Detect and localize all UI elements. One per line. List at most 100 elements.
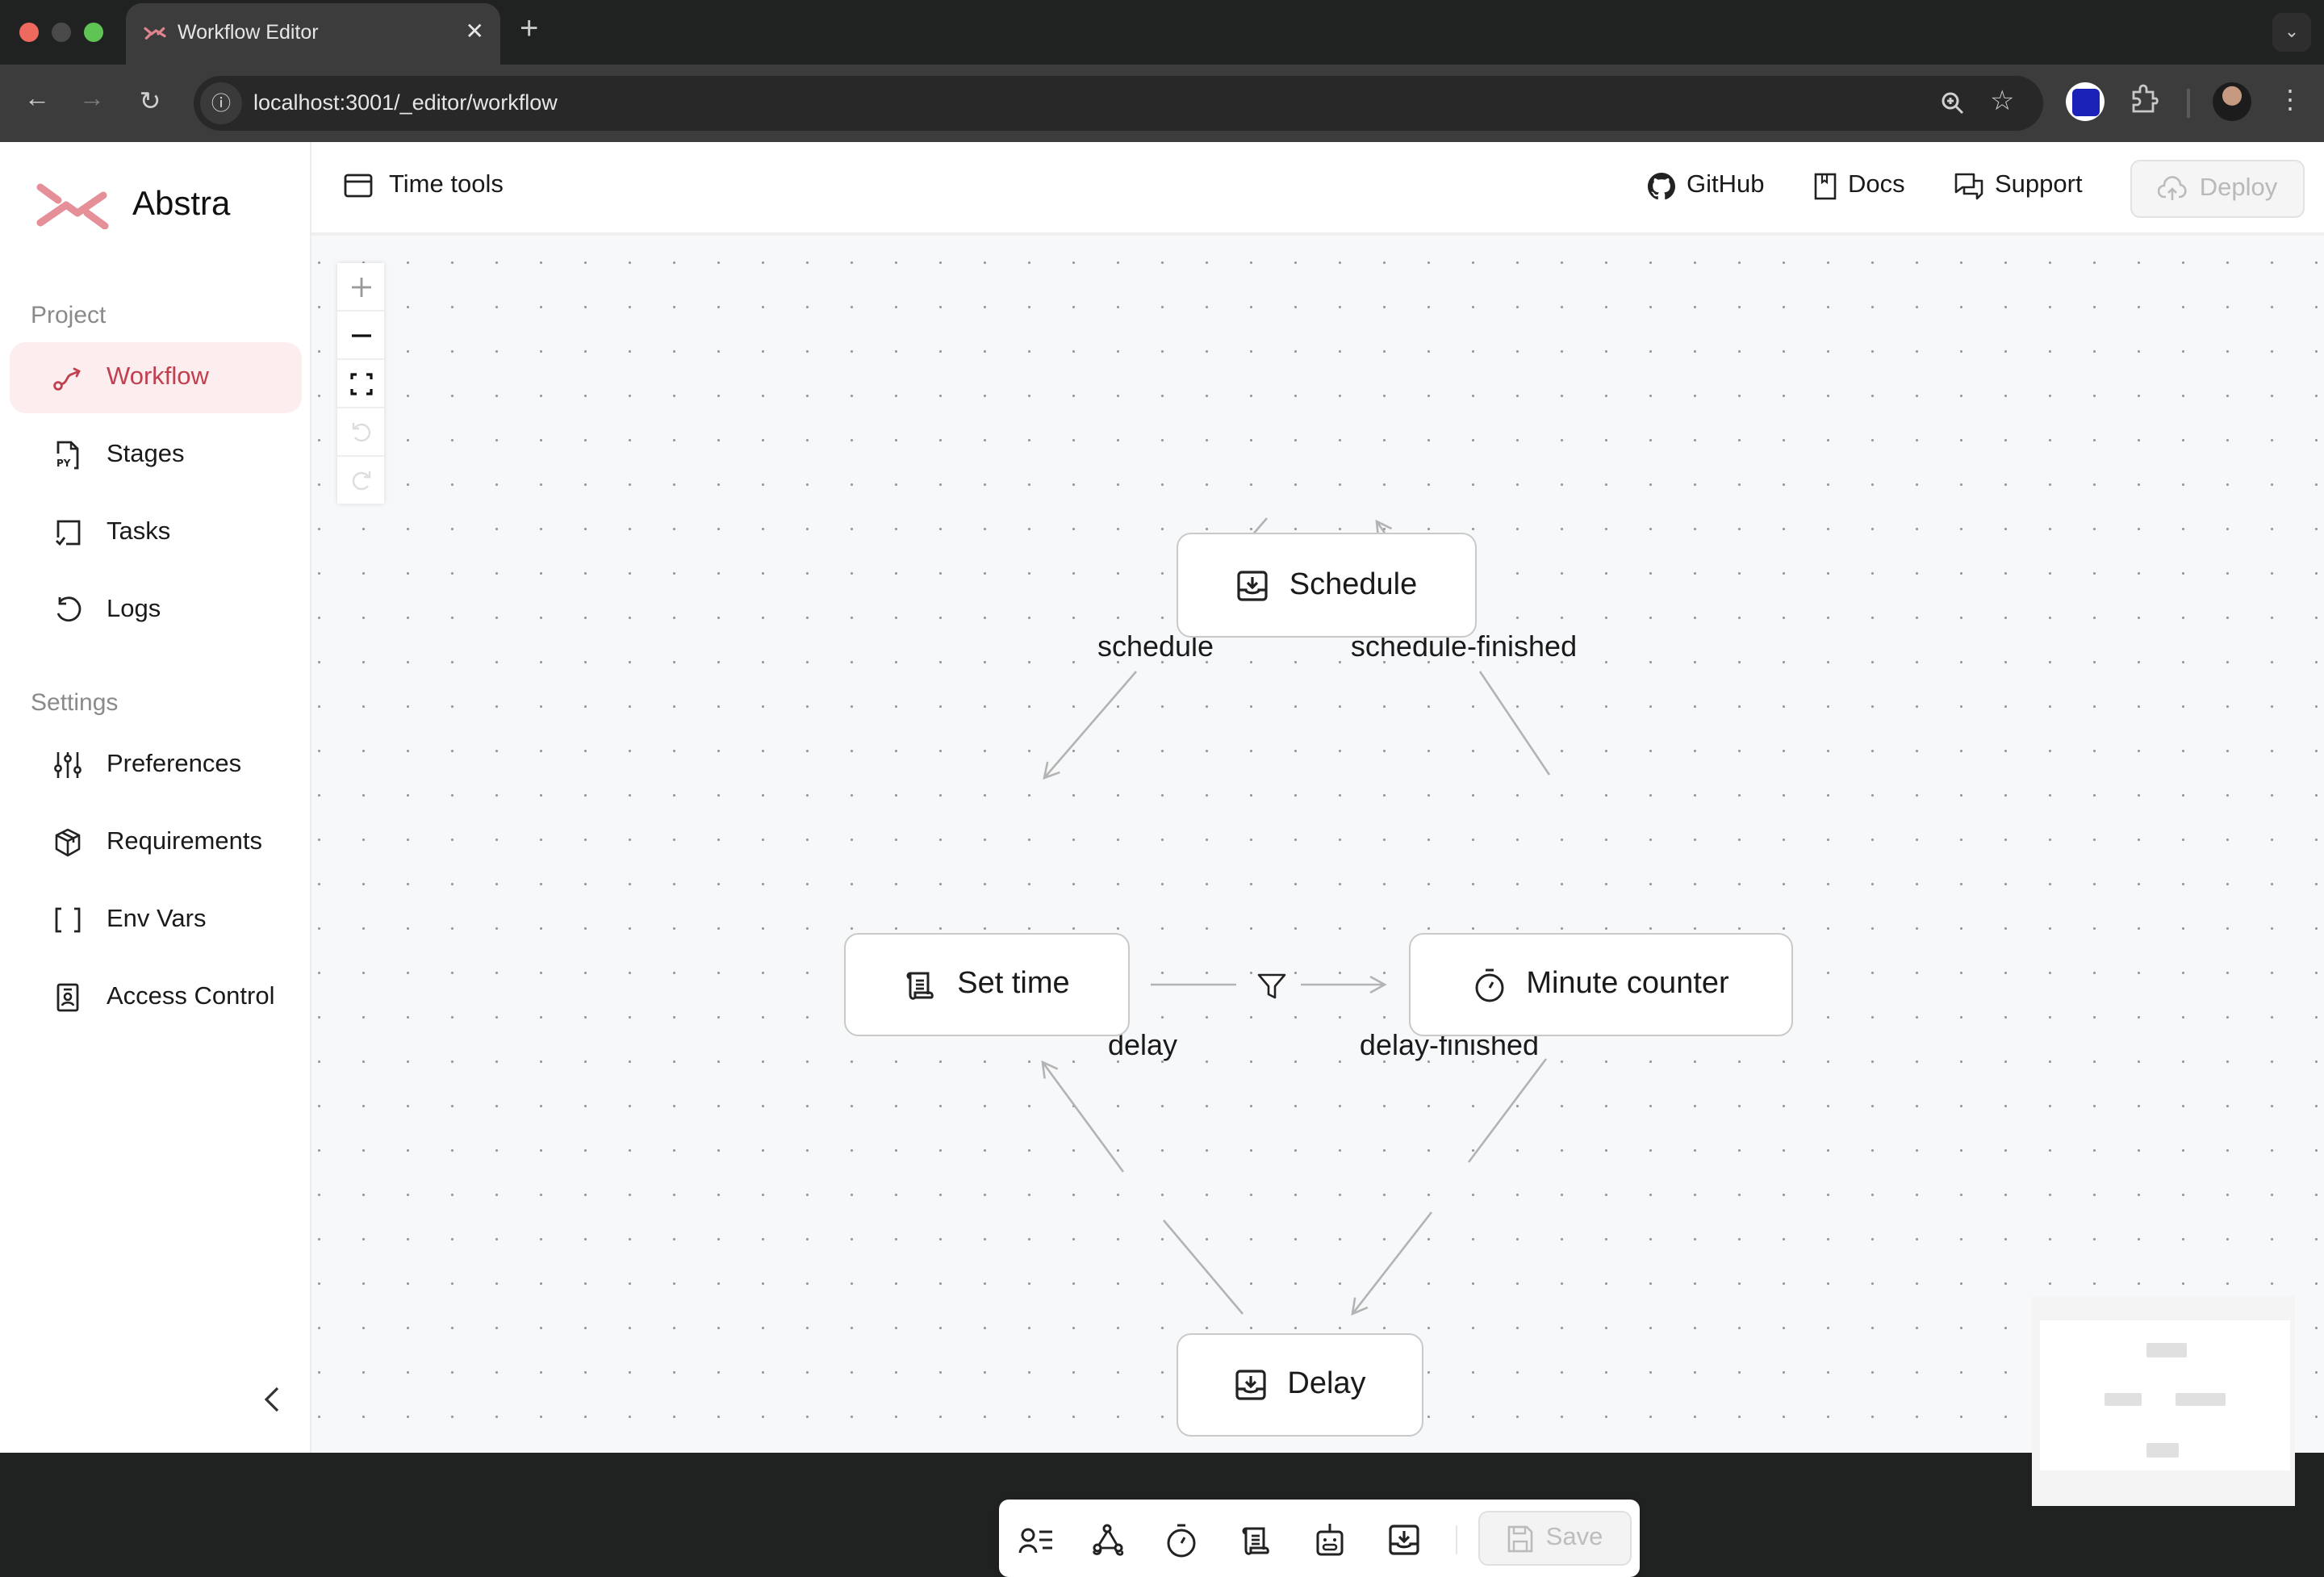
- add-form-button[interactable]: [1018, 1522, 1054, 1558]
- hook-icon: [1093, 1524, 1124, 1556]
- package-icon: [52, 826, 84, 859]
- sidebar-item-logs[interactable]: Logs: [10, 575, 302, 646]
- sidebar-item-preferences[interactable]: Preferences: [10, 730, 302, 801]
- edge-schedule-finished[interactable]: [1478, 671, 1551, 776]
- form-icon: [1018, 1528, 1052, 1554]
- add-script-button[interactable]: [1238, 1522, 1273, 1558]
- sidebar-item-requirements[interactable]: Requirements: [10, 807, 302, 878]
- sidebar-item-label: Logs: [107, 596, 161, 623]
- node-palette-toolbar: Save: [999, 1500, 1640, 1577]
- sidebar-item-label: Tasks: [107, 518, 171, 546]
- add-hook-button[interactable]: [1091, 1522, 1126, 1558]
- node-label: Minute counter: [1526, 967, 1729, 1001]
- browser-toolbar: ← → ↻ ⓘ localhost:3001/_editor/workflow …: [0, 65, 2324, 142]
- collapse-sidebar-icon[interactable]: [261, 1385, 284, 1414]
- support-link[interactable]: Support: [1954, 171, 2083, 200]
- back-button[interactable]: ←: [19, 86, 55, 115]
- node-set-time[interactable]: Set time: [844, 933, 1130, 1036]
- save-icon: [1507, 1525, 1532, 1552]
- id-badge-icon: [52, 981, 84, 1014]
- forward-button[interactable]: →: [74, 86, 110, 115]
- filter-icon[interactable]: [1256, 970, 1288, 1002]
- browser-tab[interactable]: Workflow Editor ✕: [126, 3, 500, 65]
- edge-schedule-arrow[interactable]: [1043, 671, 1137, 780]
- new-tab-button[interactable]: +: [520, 11, 538, 48]
- sidebar-item-workflow[interactable]: Workflow: [10, 342, 302, 413]
- minimap-node-set-time: [2105, 1393, 2142, 1406]
- workflow-icon: [52, 362, 84, 394]
- browser-menu-icon[interactable]: ⋮: [2272, 84, 2308, 116]
- deploy-label: Deploy: [2199, 174, 2278, 202]
- edge-delay-arrow[interactable]: [1041, 1060, 1125, 1173]
- extension-icon[interactable]: [2066, 82, 2105, 121]
- node-delay[interactable]: Delay: [1177, 1333, 1423, 1437]
- add-agent-button[interactable]: [1312, 1522, 1348, 1558]
- sidebar-item-label: Requirements: [107, 828, 262, 855]
- bookmark-star-icon[interactable]: ☆: [1990, 86, 2015, 118]
- window-minimize-button[interactable]: [52, 23, 71, 42]
- abstra-favicon-icon: [144, 27, 166, 40]
- minimap-viewport: [2040, 1320, 2290, 1470]
- minimap-node-minute-counter: [2176, 1393, 2226, 1406]
- save-button[interactable]: Save: [1478, 1511, 1632, 1566]
- url-text[interactable]: localhost:3001/_editor/workflow: [253, 90, 558, 115]
- profile-avatar[interactable]: [2213, 82, 2251, 121]
- close-tab-icon[interactable]: ✕: [466, 18, 484, 45]
- minimap-node-delay: [2146, 1443, 2179, 1458]
- sidebar-item-label: Access Control: [107, 983, 275, 1010]
- extensions-puzzle-icon[interactable]: [2129, 84, 2161, 116]
- docs-label: Docs: [1848, 171, 1905, 199]
- brand[interactable]: Abstra: [36, 181, 230, 229]
- github-label: GitHub: [1687, 171, 1765, 199]
- node-minute-counter[interactable]: Minute counter: [1409, 933, 1793, 1036]
- sidebar-item-tasks[interactable]: Tasks: [10, 497, 302, 568]
- sidebar-item-stages[interactable]: PY Stages: [10, 420, 302, 491]
- workflow-canvas[interactable]: schedule schedule-finished delay delay-f…: [311, 236, 2324, 1577]
- edge-delay-finished-arrow[interactable]: [1351, 1211, 1433, 1316]
- sidebar-item-access-control[interactable]: Access Control: [10, 962, 302, 1033]
- edge-delay-finished[interactable]: [1467, 1058, 1548, 1163]
- browser-tab-bar: Workflow Editor ✕ + ⌄: [0, 0, 2324, 65]
- node-schedule[interactable]: Schedule: [1177, 533, 1477, 638]
- github-icon: [1648, 172, 1675, 199]
- chat-icon: [1954, 172, 1983, 199]
- zoom-icon[interactable]: [1940, 90, 1966, 116]
- cloud-upload-icon: [2157, 176, 2187, 200]
- inbox-download-icon: [1237, 570, 1268, 600]
- robot-icon: [1316, 1524, 1344, 1556]
- scroll-icon: [906, 972, 934, 1000]
- brand-name: Abstra: [132, 186, 231, 223]
- sliders-icon: [52, 749, 84, 781]
- minimap[interactable]: [2032, 1296, 2295, 1506]
- book-icon: [1814, 172, 1837, 199]
- address-bar[interactable]: ⓘ localhost:3001/_editor/workflow ☆: [194, 76, 2043, 131]
- brackets-icon: [52, 904, 84, 936]
- edge-delay[interactable]: [1163, 1219, 1244, 1315]
- sidebar-item-label: Preferences: [107, 751, 242, 778]
- tab-search-button[interactable]: ⌄: [2272, 13, 2311, 52]
- inbox-download-icon: [1389, 1525, 1419, 1555]
- window-close-button[interactable]: [19, 23, 39, 42]
- tab-title: Workflow Editor: [178, 21, 319, 44]
- add-trigger-button[interactable]: [1386, 1522, 1422, 1558]
- github-link[interactable]: GitHub: [1648, 171, 1765, 200]
- window-icon: [344, 174, 373, 198]
- site-info-icon[interactable]: ⓘ: [200, 82, 242, 124]
- support-label: Support: [1995, 171, 2083, 199]
- sidebar-item-env-vars[interactable]: Env Vars: [10, 885, 302, 956]
- edges-layer: [1041, 517, 1551, 1316]
- abstra-logo-icon: [36, 183, 109, 229]
- deploy-button[interactable]: Deploy: [2130, 160, 2305, 218]
- docs-link[interactable]: Docs: [1814, 171, 1905, 200]
- reload-button[interactable]: ↻: [132, 86, 168, 118]
- abstra-editor: Abstra Project Workflow PY Stages Tasks …: [0, 142, 2324, 1577]
- sidebar-item-label: Workflow: [107, 363, 209, 391]
- add-job-button[interactable]: [1164, 1522, 1199, 1558]
- toolbar-divider: [1456, 1525, 1457, 1554]
- sidebar: Abstra Project Workflow PY Stages Tasks …: [0, 142, 311, 1453]
- node-label: Schedule: [1289, 567, 1418, 601]
- project-name[interactable]: Time tools: [344, 171, 504, 200]
- window-maximize-button[interactable]: [84, 23, 103, 42]
- section-label-project: Project: [31, 302, 107, 329]
- stopwatch-icon: [1167, 1524, 1196, 1558]
